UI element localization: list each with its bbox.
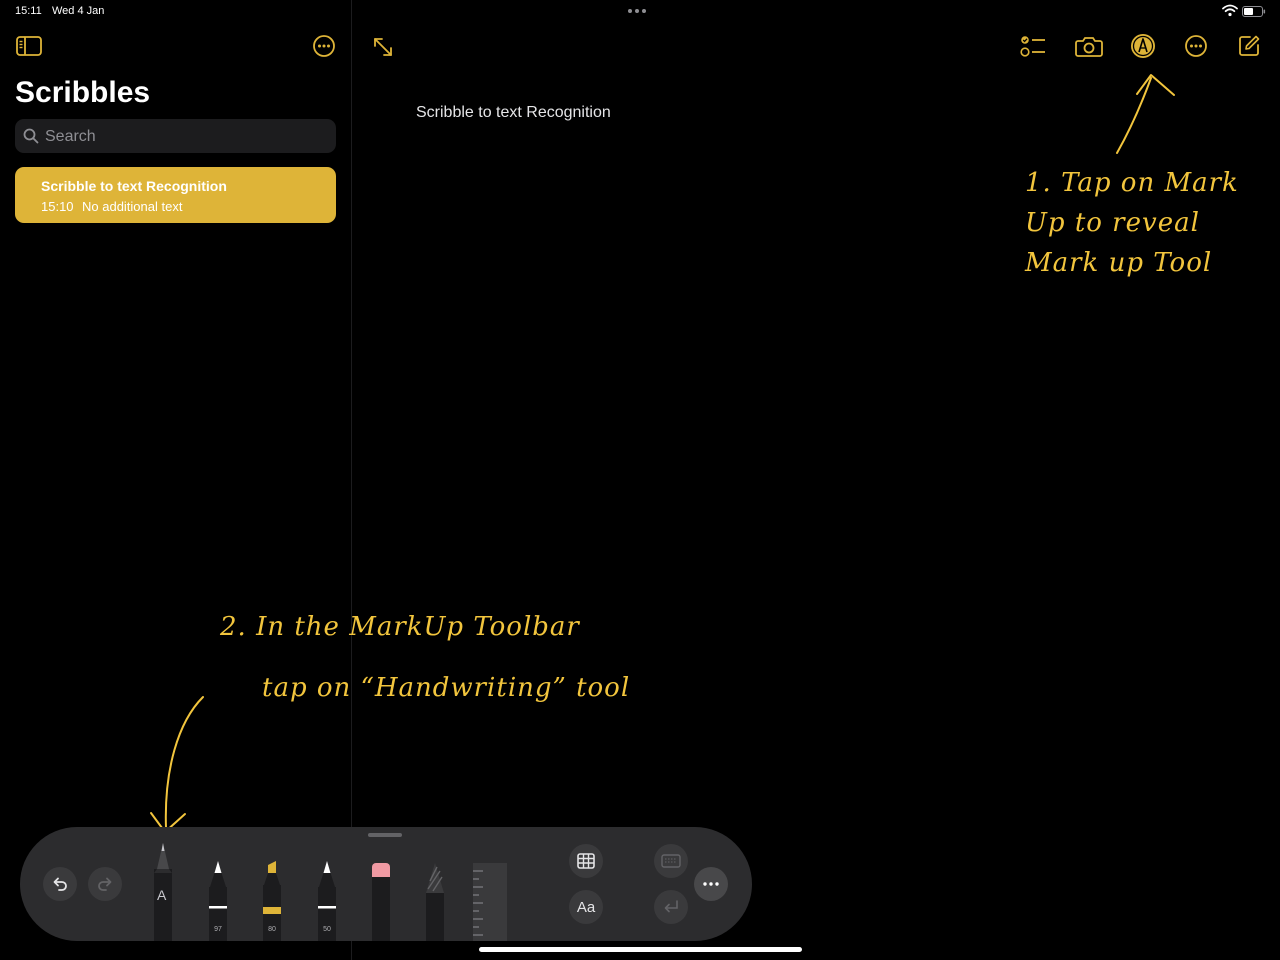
return-icon [664,900,678,913]
status-time: 15:11 [15,5,42,17]
checklist-icon[interactable] [1018,33,1048,59]
table-icon [577,853,595,869]
sidebar [0,22,351,960]
undo-icon [53,877,67,891]
marker-tool[interactable]: 80 [261,861,283,941]
search-field[interactable] [15,119,336,155]
sidebar-title: Scribbles [15,76,151,109]
lasso-icon [426,863,444,941]
text-format-button[interactable]: Aa [569,890,603,924]
pencil-width-label: 50 [323,926,331,933]
pen-tool[interactable]: 97 [207,861,229,941]
note-item-title: Scribble to text Recognition [41,178,227,194]
status-bar: 15:11 Wed 4 Jan [0,0,1280,22]
note-body-title[interactable]: Scribble to text Recognition [416,104,611,122]
undo-button[interactable] [43,867,77,901]
note-item-time: 15:10 [41,199,74,214]
ellipsis-icon [703,882,719,886]
annotation-step-1: 1. Tap on Mark Up to reveal Mark up Tool [1025,168,1239,278]
eraser-tool[interactable] [370,863,392,941]
return-button[interactable] [654,890,688,924]
arrow-to-markup-icon [1116,77,1152,154]
marker-width-label: 80 [268,926,276,933]
pencil-tool[interactable]: 50 [316,861,338,941]
markup-toolbar: A 97 80 50 Aa [20,827,752,941]
camera-icon[interactable] [1074,34,1104,58]
search-icon [23,128,39,144]
handwriting-tool[interactable]: A [152,843,174,941]
keyboard-icon [661,854,681,868]
lasso-tool[interactable] [424,863,446,941]
split-divider [351,0,352,960]
toolbar-more-button[interactable] [694,867,728,901]
battery-icon [1242,6,1266,17]
note-item-preview: No additional text [82,199,183,214]
keyboard-button[interactable] [654,844,688,878]
annotation-step-2-line-1: 2. In the MarkUp Toolbar [220,612,580,642]
table-button[interactable] [569,844,603,878]
annotation-step-2-line-2: tap on “Handwriting” tool [262,673,631,703]
eraser-icon [372,863,390,941]
handwriting-tool-glyph: A [157,887,167,903]
ruler-icon [473,863,507,941]
note-list-item[interactable]: Scribble to text Recognition 15:10 No ad… [15,167,336,223]
pen-width-label: 97 [214,926,222,933]
expand-arrows-icon[interactable] [370,34,396,60]
toolbar-grab-handle[interactable] [368,833,402,837]
markup-pen-icon[interactable] [1130,33,1156,59]
compose-icon[interactable] [1236,33,1262,59]
home-indicator[interactable] [479,947,802,952]
multitasking-dots-icon[interactable] [628,9,646,13]
more-options-icon[interactable] [1183,33,1209,59]
search-input[interactable] [43,119,332,155]
redo-icon [98,877,112,891]
wifi-icon [1222,4,1238,17]
redo-button[interactable] [88,867,122,901]
arrow-to-markup-icon-head [1136,74,1175,96]
sidebar-toggle-icon[interactable] [14,34,44,58]
ruler-tool[interactable] [473,863,507,941]
sidebar-more-icon[interactable] [311,33,337,59]
status-date: Wed 4 Jan [52,5,105,17]
text-format-label: Aa [576,898,596,916]
